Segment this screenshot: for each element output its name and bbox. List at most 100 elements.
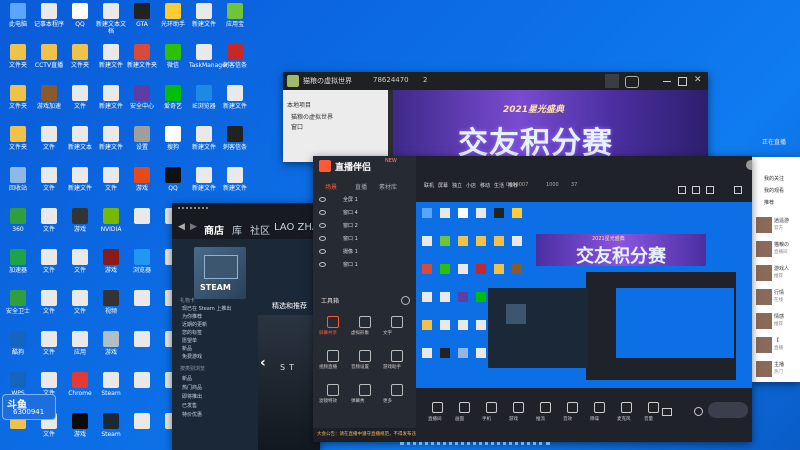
tool-icon[interactable]	[327, 384, 339, 396]
steam-menu-item[interactable]: 为你推荐	[182, 313, 202, 320]
steam-menu-item[interactable]: 特价优惠	[182, 411, 202, 418]
desktop-icon[interactable]: 新建文件	[189, 3, 219, 37]
desktop-icon[interactable]: 微信	[158, 44, 188, 78]
maximize-icon[interactable]	[678, 77, 687, 86]
control-icon[interactable]	[648, 402, 659, 413]
steam-menu-item[interactable]: 已发售	[182, 402, 197, 409]
desktop-icon[interactable]	[127, 331, 157, 365]
steam-menu-item[interactable]: 您的标签	[182, 329, 202, 336]
scene-eye-icon[interactable]	[319, 236, 326, 241]
desktop-icon[interactable]: 文件	[34, 331, 64, 365]
tree-item[interactable]: 猫粮の虚拟世界	[291, 112, 333, 121]
desktop-icon[interactable]: 文件夹	[3, 44, 33, 78]
steam-menu-item[interactable]: 现已在 Steam 上推出	[182, 305, 231, 312]
desktop-icon[interactable]	[127, 372, 157, 406]
obs-menu-item[interactable]: 生活	[494, 182, 504, 189]
tool-icon[interactable]	[327, 316, 339, 328]
desktop-icon[interactable]: TaskManager	[189, 44, 228, 78]
lock-icon[interactable]	[692, 186, 700, 194]
panel-item[interactable]: 我的观看	[764, 187, 784, 194]
desktop-icon[interactable]: 新建文件	[65, 167, 95, 201]
steam-menu-item[interactable]: 愿望单	[182, 337, 197, 344]
tool-icon[interactable]	[359, 384, 371, 396]
tool-icon[interactable]	[327, 350, 339, 362]
forward-arrow-icon[interactable]: ▶	[190, 222, 197, 232]
streamer-avatar[interactable]	[756, 217, 772, 233]
desktop-icon[interactable]: 回收站	[3, 167, 33, 201]
desktop-icon[interactable]: 新建文件	[96, 126, 126, 160]
desktop-icon[interactable]: 文件	[34, 167, 64, 201]
desktop-icon[interactable]: 文件	[65, 249, 95, 283]
scene-item[interactable]: 窗口 4	[343, 209, 358, 216]
close-icon[interactable]: ✕	[694, 75, 702, 85]
desktop-icon[interactable]: 新建文件	[220, 85, 250, 119]
desktop-icon[interactable]: 文件	[96, 167, 126, 201]
desktop-icon[interactable]: IE浏览器	[189, 85, 219, 119]
tool-icon[interactable]	[391, 350, 403, 362]
steam-tab-store[interactable]: 商店	[204, 222, 224, 237]
steam-menu-item[interactable]: 新品	[182, 375, 192, 382]
tool-icon[interactable]	[359, 350, 371, 362]
settings-icon[interactable]	[694, 407, 703, 416]
desktop-icon[interactable]: 新建文件	[220, 167, 250, 201]
preview-canvas[interactable]: 2021星光盛典 交友积分赛	[416, 202, 752, 388]
desktop-icon[interactable]: 文件	[34, 126, 64, 160]
back-arrow-icon[interactable]: ◀	[178, 222, 185, 232]
desktop-icon[interactable]: 刺客信条	[220, 126, 250, 160]
scene-item[interactable]: 摄像 1	[343, 248, 358, 255]
desktop-icon[interactable]: 游戏	[96, 249, 126, 283]
desktop-icon[interactable]: 文件夹	[3, 126, 33, 160]
desktop-icon[interactable]	[127, 290, 157, 324]
desktop-icon[interactable]: 游戏	[96, 331, 126, 365]
desktop-icon[interactable]: NVIDIA	[96, 208, 126, 242]
steam-carousel[interactable]: ‹ ST	[258, 315, 320, 450]
layout-icon[interactable]	[706, 186, 714, 194]
desktop-icon[interactable]: 此电脑	[3, 3, 33, 37]
desktop-icon[interactable]	[127, 413, 157, 447]
control-icon[interactable]	[432, 402, 443, 413]
desktop-icon[interactable]: Steam	[96, 372, 126, 406]
desktop-icon[interactable]: 文件	[34, 249, 64, 283]
control-icon[interactable]	[513, 402, 524, 413]
control-icon[interactable]	[567, 402, 578, 413]
desktop-icon[interactable]: 360	[3, 208, 33, 242]
desktop-icon[interactable]: 文件夹	[65, 44, 95, 78]
obs-menu-item[interactable]: 移动	[480, 182, 490, 189]
share-icon[interactable]	[678, 186, 686, 194]
desktop-icon[interactable]: 光环助手	[158, 3, 188, 37]
desktop-icon[interactable]: 新建文件	[96, 85, 126, 119]
desktop-icon[interactable]: 游戏加速	[34, 85, 64, 119]
streamer-avatar[interactable]	[756, 337, 772, 353]
desktop-icon[interactable]: 记事本程序	[34, 3, 64, 37]
desktop-icon[interactable]: 搜狗	[158, 126, 188, 160]
control-icon[interactable]	[540, 402, 551, 413]
scene-tab[interactable]: 素材库	[379, 182, 397, 191]
desktop-icon[interactable]: 刺客信条	[220, 44, 250, 78]
desktop-icon[interactable]: QQ	[65, 3, 95, 37]
desktop-icon[interactable]: 安全卫士	[3, 290, 33, 324]
scene-eye-icon[interactable]	[319, 262, 326, 267]
desktop-icon[interactable]: Steam	[96, 413, 126, 447]
steam-menu-item[interactable]: 即将推出	[182, 393, 202, 400]
scene-eye-icon[interactable]	[319, 210, 326, 215]
desktop-icon[interactable]: 酷狗	[3, 331, 33, 365]
minimize-icon[interactable]	[663, 81, 671, 82]
gamepad-icon[interactable]	[625, 76, 639, 88]
desktop-icon[interactable]: CCTV直播	[34, 44, 64, 78]
streamer-list-panel[interactable]: 正在直播 我的关注 我的观看 推荐 逍遥游官方猫粮の直播间游戏人推荐行情在线情感…	[752, 157, 800, 382]
desktop-icon[interactable]: GTA	[127, 3, 157, 37]
scene-item[interactable]: 全屏 1	[343, 196, 358, 203]
control-icon[interactable]	[459, 402, 470, 413]
desktop-icon[interactable]: 设置	[127, 126, 157, 160]
scene-eye-icon[interactable]	[319, 223, 326, 228]
tool-icon[interactable]	[359, 316, 371, 328]
scene-tab[interactable]: 场景	[325, 182, 337, 191]
scene-eye-icon[interactable]	[319, 197, 326, 202]
obs-menu-item[interactable]: 屏幕	[438, 182, 448, 189]
scene-eye-icon[interactable]	[319, 249, 326, 254]
scene-item[interactable]: 窗口 1	[343, 261, 358, 268]
desktop-icon[interactable]: 游戏	[127, 167, 157, 201]
panel-item[interactable]: 我的关注	[764, 175, 784, 182]
tool-icon[interactable]	[391, 316, 403, 328]
desktop-icon[interactable]: 文件	[65, 290, 95, 324]
